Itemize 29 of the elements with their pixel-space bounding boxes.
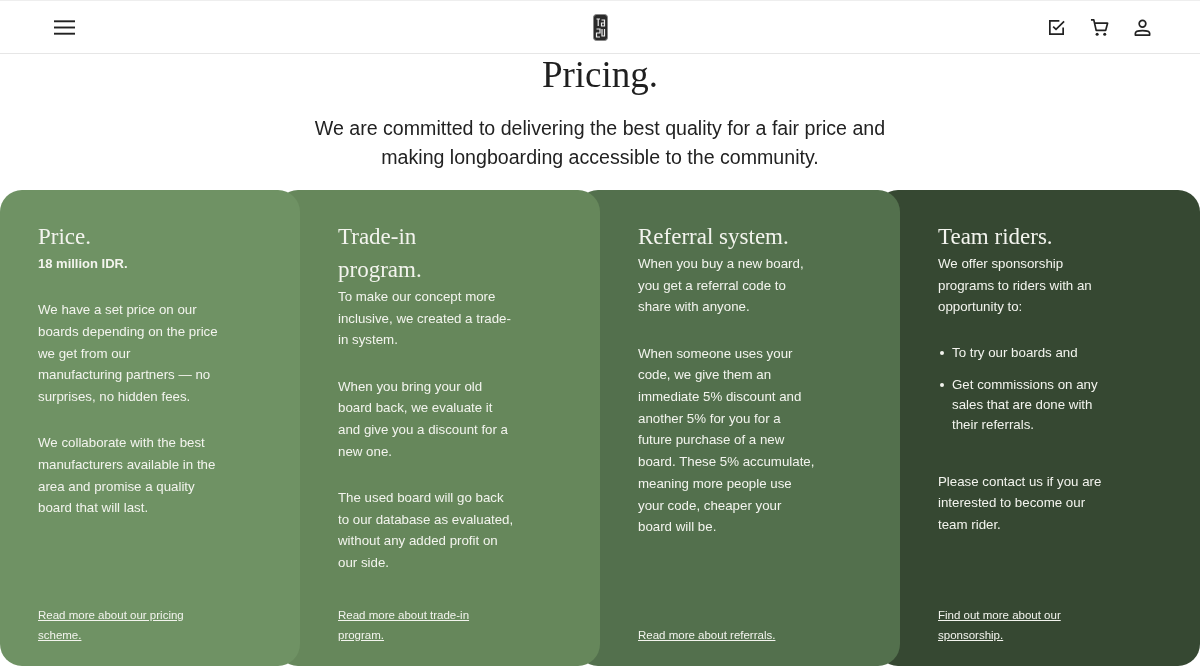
read-more-link[interactable]: Read more about our pricing scheme. [38,606,203,645]
card-paragraph: When you bring your old board back, we evaluate it and give you a discount for a new one. [338,377,510,461]
bullet-icon [940,382,944,387]
card-paragraph: To make our concept more inclusive, we created a trade-in system. [338,288,512,350]
user-icon[interactable] [1133,17,1152,37]
list-item: To try our boards and [952,343,1078,362]
cart-icon[interactable] [1090,17,1109,37]
page-title: Pricing. [541,54,659,96]
read-more-link[interactable]: Find out more about our sponsorship. [938,606,1103,645]
card-title: Referral system. [638,223,789,251]
card-paragraph: When you buy a new board, you get a referral code to share with anyone. [638,255,805,317]
card-paragraph: We have a set price on our boards depending on the price we get from our manufacturing partners — no surprises, no hidden fees. [38,301,218,406]
card-title: Team riders. [938,223,1053,251]
read-more-link[interactable]: Read more about trade-in program. [338,606,503,645]
card-paragraph: We offer sponsorship programs to riders with an opportunity to: [938,255,1093,317]
bullet-icon [940,350,944,355]
logo-icon[interactable] [593,14,608,41]
read-more-link[interactable]: Read more about referrals. [638,625,776,645]
card-title: Trade-in program. [338,223,423,284]
card-paragraph: The used board will go back to our database as evaluated, without any added profit on our side. [338,488,515,573]
price-text: 18 million IDR. [38,255,128,273]
card-title: Price. [38,223,91,251]
list-item: Get commissions on any sales that are done with their referrals. [952,375,1099,434]
checkbox-icon[interactable] [1047,17,1066,37]
card-paragraph: When someone uses your code, we give them an immediate 5% discount and another 5% for you for a future purchase of a new board. These 5% accumulate, meaning more people use your code, cheaper your board will be. [638,344,816,537]
card-paragraph: Please contact us if you are interested to become our team rider. [938,472,1103,534]
intro-text: We are committed to delivering the best quality for a fair price and making longboarding accessible to the community. [313,116,887,170]
card-paragraph: We collaborate with the best manufacturers available in the area and promise a quality board that will last. [38,434,217,518]
menu-icon[interactable] [54,19,75,35]
